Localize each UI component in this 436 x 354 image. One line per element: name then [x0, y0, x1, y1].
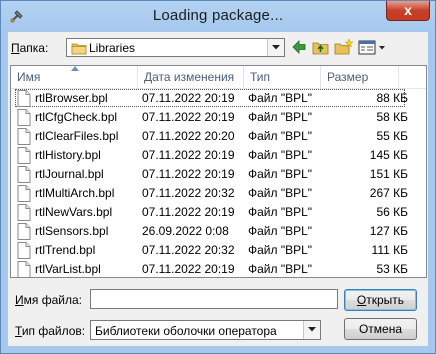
open-button[interactable]: Открыть: [344, 289, 417, 311]
file-name: rtlVarList.bpl: [35, 262, 101, 276]
file-icon: [17, 128, 31, 148]
file-type: Файл "BPL": [248, 262, 313, 276]
file-name: rtlJournal.bpl: [35, 167, 104, 181]
file-date: 07.11.2022 20:19: [142, 91, 235, 105]
file-icon: [17, 204, 31, 224]
file-name: rtlSensors.bpl: [35, 224, 109, 238]
back-button[interactable]: [291, 37, 307, 57]
up-one-level-button[interactable]: [312, 37, 330, 57]
filename-input[interactable]: [90, 289, 338, 309]
new-folder-icon: [334, 38, 354, 55]
folder-label: Папка:: [11, 41, 49, 55]
close-icon: x: [404, 2, 412, 18]
file-name: rtlHistory.bpl: [35, 148, 101, 162]
filetype-label: Тип файлов:: [15, 324, 86, 338]
new-folder-button[interactable]: [334, 37, 354, 57]
file-icon: [17, 109, 31, 129]
dialog-client-area: Папка: Libraries Имя Дата изменения Тип …: [8, 32, 428, 346]
filename-label: Имя файла:: [15, 293, 82, 307]
file-date: 07.11.2022 20:19: [142, 110, 235, 124]
file-name: rtlNewVars.bpl: [35, 205, 113, 219]
file-row[interactable]: rtlHistory.bpl 07.11.2022 20:19 Файл "BPL"…: [11, 146, 426, 165]
file-name: rtlCfgCheck.bpl: [35, 110, 118, 124]
file-size: 151 КБ: [369, 167, 408, 181]
file-date: 07.11.2022 20:20: [142, 129, 235, 143]
file-type: Файл "BPL": [248, 186, 313, 200]
folder-dropdown-button[interactable]: [267, 39, 284, 56]
column-header-date[interactable]: Дата изменения: [138, 66, 244, 88]
file-date: 07.11.2022 20:19: [142, 167, 235, 181]
file-size: 145 КБ: [369, 148, 408, 162]
title-bar[interactable]: Loading package... x: [1, 1, 435, 31]
file-row[interactable]: rtlSensors.bpl 26.09.2022 0:08 Файл "BPL" 1…: [11, 222, 426, 241]
file-date: 07.11.2022 20:32: [142, 186, 235, 200]
file-name: rtlClearFiles.bpl: [35, 129, 119, 143]
column-header-type[interactable]: Тип: [244, 66, 321, 88]
file-date: 07.11.2022 20:19: [142, 148, 235, 162]
file-size: 58 КБ: [376, 110, 408, 124]
file-icon: [17, 242, 31, 262]
close-button[interactable]: x: [386, 1, 430, 21]
file-list-header: Имя Дата изменения Тип Размер: [11, 66, 426, 89]
file-row[interactable]: rtlVarList.bpl 07.11.2022 20:19 Файл "BPL"…: [11, 260, 426, 277]
file-type: Файл "BPL": [248, 91, 313, 105]
file-size: 53 КБ: [376, 262, 408, 276]
cancel-button[interactable]: Отмена: [344, 318, 417, 340]
window-title: Loading package...: [152, 7, 284, 24]
file-date: 07.11.2022 20:19: [142, 205, 235, 219]
file-type: Файл "BPL": [248, 205, 313, 219]
file-icon: [17, 261, 31, 277]
file-icon: [17, 223, 31, 243]
open-package-dialog: Loading package... x Папка: Libraries Им…: [0, 0, 436, 354]
back-arrow-icon: [292, 40, 306, 54]
folder-up-icon: [312, 42, 329, 55]
file-size: 111 КБ: [371, 243, 408, 257]
file-size: 55 КБ: [376, 129, 408, 143]
filetype-select[interactable]: Библиотеки оболочки оператора: [90, 320, 321, 340]
file-list[interactable]: Имя Дата изменения Тип Размер rtlBrowser…: [10, 65, 427, 278]
folder-select[interactable]: Libraries: [66, 38, 285, 57]
file-icon: [17, 147, 31, 167]
file-size: 88 КБ: [376, 91, 408, 105]
file-type: Файл "BPL": [248, 110, 313, 124]
file-name: rtlTrend.bpl: [35, 243, 96, 257]
column-header-size[interactable]: Размер: [321, 66, 399, 88]
filetype-value: Библиотеки оболочки оператора: [95, 324, 277, 338]
file-icon: [17, 90, 31, 110]
file-icon: [17, 166, 31, 186]
file-row[interactable]: rtlClearFiles.bpl 07.11.2022 20:20 Файл "B…: [11, 127, 426, 146]
file-row[interactable]: rtlNewVars.bpl 07.11.2022 20:19 Файл "BPL"…: [11, 203, 426, 222]
file-type: Файл "BPL": [248, 167, 313, 181]
filetype-dropdown-button[interactable]: [303, 321, 320, 339]
file-size: 56 КБ: [376, 205, 408, 219]
file-icon: [17, 185, 31, 205]
folder-value: Libraries: [89, 41, 136, 55]
file-type: Файл "BPL": [248, 129, 313, 143]
file-date: 07.11.2022 20:19: [142, 262, 235, 276]
file-size: 267 КБ: [369, 186, 408, 200]
column-header-name[interactable]: Имя: [11, 66, 138, 88]
sort-ascending-icon: [71, 66, 79, 71]
file-row[interactable]: rtlJournal.bpl 07.11.2022 20:19 Файл "BPL"…: [11, 165, 426, 184]
file-row[interactable]: rtlMultiArch.bpl 07.11.2022 20:32 Файл "BP…: [11, 184, 426, 203]
chevron-down-icon: [272, 45, 280, 50]
file-size: 127 КБ: [369, 224, 408, 238]
file-type: Файл "BPL": [248, 243, 313, 257]
chevron-down-icon: [308, 327, 316, 332]
view-menu-button[interactable]: [358, 37, 386, 57]
file-row[interactable]: rtlTrend.bpl 07.11.2022 20:32 Файл "BPL" 11…: [11, 241, 426, 260]
file-type: Файл "BPL": [248, 224, 313, 238]
file-name: rtlBrowser.bpl: [35, 91, 108, 105]
file-date: 26.09.2022 0:08: [142, 224, 229, 238]
file-name: rtlMultiArch.bpl: [35, 186, 115, 200]
file-date: 07.11.2022 20:32: [142, 243, 235, 257]
file-row[interactable]: rtlCfgCheck.bpl 07.11.2022 20:19 Файл "BPL…: [11, 108, 426, 127]
folder-icon: [71, 41, 87, 58]
file-row[interactable]: rtlBrowser.bpl 07.11.2022 20:19 Файл "BPL"…: [11, 89, 426, 108]
view-menu-icon: [358, 40, 385, 55]
file-type: Файл "BPL": [248, 148, 313, 162]
